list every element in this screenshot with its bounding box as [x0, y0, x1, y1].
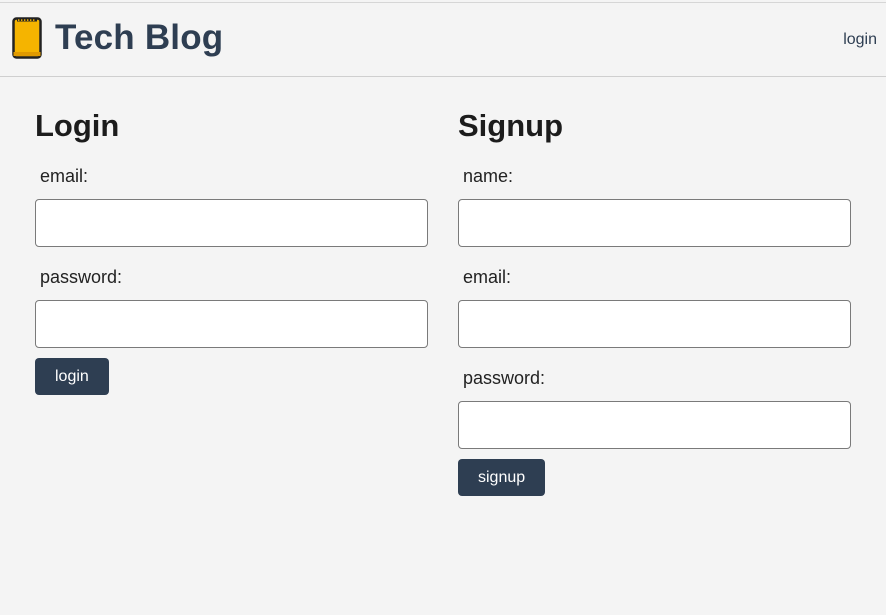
nav-login-link[interactable]: login — [843, 31, 877, 49]
signup-heading: Signup — [458, 108, 564, 143]
login-email-label: email: — [40, 166, 89, 186]
login-password-label: password: — [40, 267, 123, 287]
login-heading: Login — [35, 108, 120, 143]
brand[interactable]: Tech Blog — [12, 17, 223, 59]
signup-password-label: password: — [463, 368, 546, 388]
login-email-input[interactable] — [35, 199, 428, 247]
login-button[interactable]: login — [35, 358, 109, 395]
site-title[interactable]: Tech Blog — [55, 17, 223, 59]
notebook-icon — [12, 17, 42, 59]
signup-name-input[interactable] — [458, 199, 851, 247]
signup-email-label: email: — [463, 267, 512, 287]
signup-section: Signup name: email: password: signup — [458, 108, 851, 496]
signup-password-input[interactable] — [458, 401, 851, 449]
login-section: Login email: password: login — [35, 108, 428, 395]
signup-button[interactable]: signup — [458, 459, 546, 496]
signup-name-label: name: — [463, 166, 514, 186]
signup-email-input[interactable] — [458, 300, 851, 348]
site-header: Tech Blog login — [0, 2, 886, 77]
login-password-input[interactable] — [35, 300, 428, 348]
